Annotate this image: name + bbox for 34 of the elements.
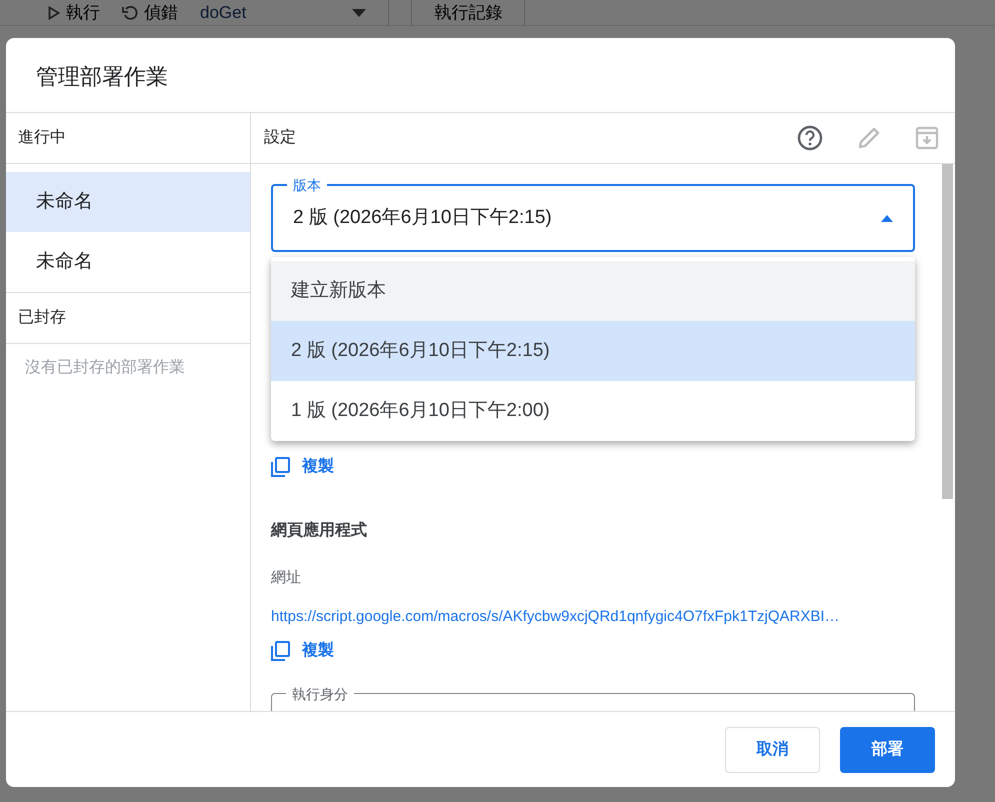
deployment-item[interactable]: 未命名 <box>6 172 250 232</box>
version-dropdown[interactable]: 版本 2 版 (2026年6月10日下午2:15) <box>271 176 915 252</box>
menu-item[interactable]: 2 版 (2026年6月10日下午2:15) <box>271 321 915 381</box>
undo-arrow-icon <box>122 4 138 20</box>
field-label: 執行身分 <box>291 684 349 702</box>
help-icon[interactable] <box>797 125 823 151</box>
archive-icon[interactable] <box>915 126 939 150</box>
copy-button[interactable]: 複製 <box>271 638 334 662</box>
caret-icon <box>352 8 366 16</box>
caret-icon <box>881 214 893 222</box>
toolbar-button[interactable]: 執行 <box>48 0 100 26</box>
toolbar-button[interactable]: 偵錯 <box>122 0 178 26</box>
settings-heading: 設定 <box>264 128 296 148</box>
copy-icon <box>271 640 290 660</box>
section-heading: 進行中 <box>6 113 250 164</box>
field-label: 網址 <box>271 568 302 588</box>
empty-message: 沒有已封存的部署作業 <box>24 358 186 378</box>
function-dropdown[interactable]: doGet <box>200 0 366 26</box>
deployment-item[interactable]: 未命名 <box>6 232 250 292</box>
cancel-button[interactable]: 取消 <box>725 726 820 772</box>
menu-item[interactable]: 1 版 (2026年6月10日下午2:00) <box>271 381 915 441</box>
toolbar-button[interactable]: 執行記錄 <box>434 0 502 26</box>
url-link[interactable]: https://script.google.com/macros/s/AKfycbw9xcjQRd1qnfygic4O7fxFpk1TzjQARXBI… <box>271 606 840 628</box>
section-title: 網頁應用程式 <box>271 520 368 541</box>
dialog-title: 管理部署作業 <box>6 38 955 113</box>
copy-icon <box>271 457 290 477</box>
menu-item[interactable]: 建立新版本 <box>271 261 915 321</box>
field-label: 版本 <box>292 176 322 194</box>
copy-button[interactable]: 複製 <box>271 455 334 479</box>
deploy-button[interactable]: 部署 <box>840 726 935 772</box>
play-icon <box>48 6 60 20</box>
section-heading: 已封存 <box>6 293 250 344</box>
pencil-icon[interactable] <box>857 126 881 150</box>
scrollbar-thumb[interactable] <box>942 164 953 499</box>
